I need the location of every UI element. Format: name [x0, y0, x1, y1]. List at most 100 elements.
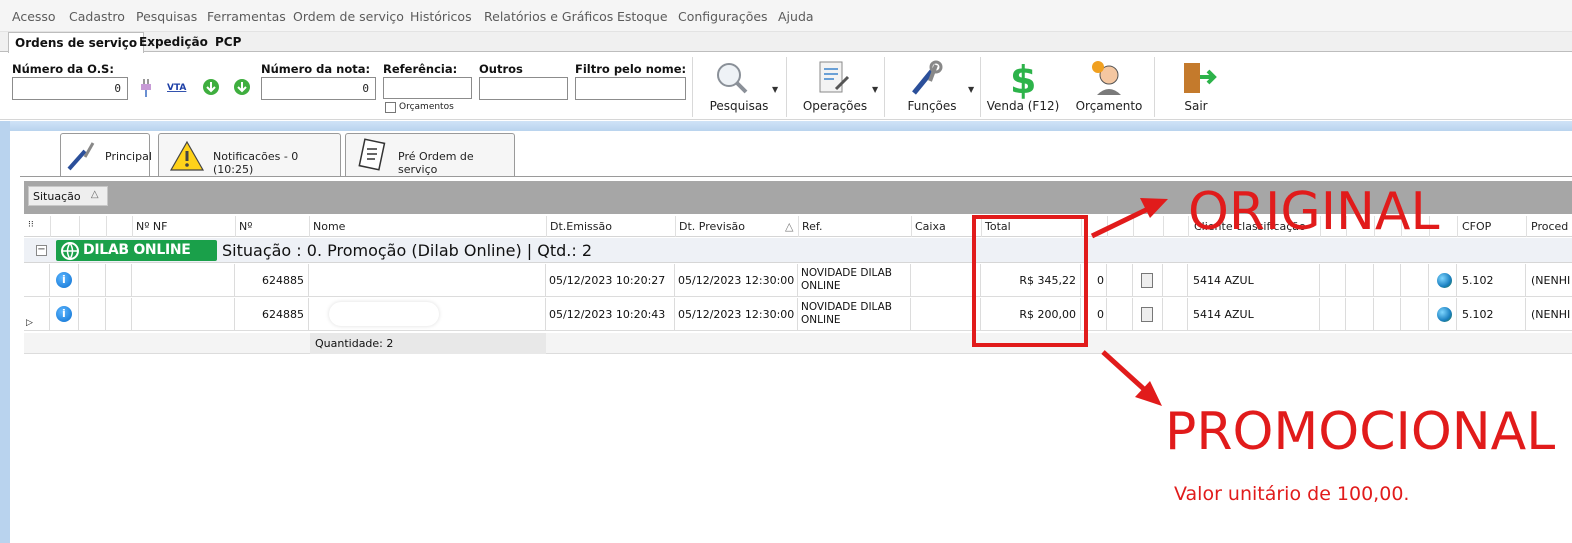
menu-relatorios[interactable]: Relatórios e Gráficos [484, 9, 613, 24]
row-name [309, 298, 546, 331]
group-by-situacao-chip[interactable]: Situação △ [28, 186, 108, 206]
tools-small-icon [67, 142, 95, 171]
info-icon[interactable] [56, 306, 72, 322]
row-previsao: 05/12/2023 12:30:00 [678, 274, 795, 287]
col-caixa[interactable]: Caixa [915, 220, 946, 233]
menu-acesso[interactable]: Acesso [12, 9, 56, 24]
dollar-icon: $ [1010, 59, 1036, 99]
globe-icon [1437, 307, 1452, 322]
group-caption: Situação : 0. Promoção (Dilab Online) | … [222, 241, 593, 260]
annotation-promocional: PROMOCIONAL [1165, 402, 1556, 462]
tab-pre-ordem[interactable]: Pré Ordem de serviço [345, 133, 515, 177]
row-proced: (NENHI [1531, 308, 1571, 321]
row-emissao: 05/12/2023 10:20:43 [549, 308, 666, 321]
pesquisas-button[interactable]: ▼ Pesquisas [694, 57, 784, 117]
tools-icon [912, 60, 943, 95]
row-name [309, 264, 546, 297]
col-num[interactable]: Nº [239, 220, 252, 233]
menu-estoque[interactable]: Estoque [617, 9, 668, 24]
sort-asc-icon: △ [90, 189, 99, 200]
menu-ordem-de-servico[interactable]: Ordem de serviço [293, 9, 404, 24]
row-emissao: 05/12/2023 10:20:27 [549, 274, 666, 287]
plug-icon[interactable] [136, 77, 160, 101]
warning-icon [169, 140, 205, 171]
row-cfop: 5.102 [1462, 274, 1494, 287]
menu-cadastro[interactable]: Cadastro [69, 9, 125, 24]
menu-ferramentas[interactable]: Ferramentas [207, 9, 286, 24]
separator-band [0, 121, 1572, 131]
sort-asc-icon: △ [785, 220, 794, 233]
funcoes-button[interactable]: ▼ Funções [886, 57, 978, 117]
row-ref-line2: ONLINE [801, 314, 841, 326]
row-proced: (NENHI [1531, 274, 1571, 287]
row-cliente: 5414 AZUL [1193, 308, 1254, 321]
row-zero: 0 [1097, 274, 1104, 287]
col-nf[interactable]: Nº NF [136, 220, 167, 233]
os-number-field[interactable]: 0 [12, 77, 128, 100]
col-ref[interactable]: Ref. [802, 220, 823, 233]
table-row[interactable]: ▷ 624885 05/12/2023 10:20:43 05/12/2023 … [24, 298, 1572, 331]
exit-door-icon [1184, 63, 1217, 93]
row-ref-line2: ONLINE [801, 280, 841, 292]
globe-logo-icon [61, 242, 79, 261]
sair-button[interactable]: Sair [1156, 57, 1236, 117]
current-row-indicator-icon: ▷ [26, 318, 33, 328]
grid-footer: Quantidade: 2 [24, 333, 1572, 354]
orcamentos-label: Orçamentos [399, 102, 454, 112]
menu-historicos[interactable]: Históricos [410, 9, 472, 24]
row-number: 624885 [262, 308, 304, 321]
globe-icon [1437, 273, 1452, 288]
vta-icon[interactable]: VTA [166, 79, 190, 103]
column-chooser-icon[interactable]: ⁝⁝ [28, 220, 34, 230]
col-emissao[interactable]: Dt.Emissão [550, 220, 612, 233]
venda-button[interactable]: $ Venda (F12) [982, 57, 1064, 117]
menu-bar: Acesso Cadastro Pesquisas Ferramentas Or… [0, 0, 1572, 32]
collapse-group-toggle[interactable]: − [36, 245, 47, 256]
document-icon[interactable] [1141, 273, 1153, 288]
tab-ordens-de-servico[interactable]: Ordens de serviço [8, 32, 145, 53]
tab-expedicao[interactable]: Expedição [133, 32, 214, 53]
total-highlight-box [972, 215, 1088, 347]
footer-quantidade: Quantidade: 2 [310, 333, 546, 354]
document-edit-icon [819, 61, 850, 93]
filtro-nome-field[interactable] [575, 77, 686, 100]
attendant-icon [1092, 61, 1121, 95]
menu-ajuda[interactable]: Ajuda [778, 9, 814, 24]
outros-label: Outros [479, 62, 523, 76]
row-zero: 0 [1097, 308, 1104, 321]
download-green-icon-2[interactable] [232, 77, 256, 101]
dilab-online-badge: DILAB ONLINE [56, 240, 217, 261]
col-proced[interactable]: Proced [1531, 220, 1568, 233]
referencia-field[interactable] [383, 77, 472, 99]
vta-text: VTA [167, 83, 186, 93]
nota-field[interactable]: 0 [261, 77, 376, 100]
col-cfop[interactable]: CFOP [1462, 220, 1491, 233]
menu-configuracoes[interactable]: Configurações [678, 9, 768, 24]
annotation-note: Valor unitário de 100,00. [1174, 483, 1410, 505]
tab-notificacoes[interactable]: Notificacões - 0 (10:25) [158, 133, 341, 177]
row-ref-line1: NOVIDADE DILAB [801, 267, 893, 279]
filtro-label: Filtro pelo nome: [575, 62, 687, 76]
orcamento-button[interactable]: Orçamento [1066, 57, 1152, 117]
document-icon[interactable] [1141, 307, 1153, 322]
row-cliente: 5414 AZUL [1193, 274, 1254, 287]
nota-label: Número da nota: [261, 62, 371, 76]
tab-principal[interactable]: Principal [60, 133, 152, 177]
info-icon[interactable] [56, 272, 72, 288]
top-tab-strip: Ordens de serviço Expedição PCP [0, 32, 1572, 53]
col-nome[interactable]: Nome [313, 220, 345, 233]
checklist-icon [358, 138, 386, 171]
col-previsao[interactable]: Dt. Previsão [679, 220, 745, 233]
download-green-icon[interactable] [201, 77, 225, 101]
annotation-original: ORIGINAL [1188, 182, 1440, 242]
outros-field[interactable] [479, 77, 568, 100]
operacoes-button[interactable]: ▼ Operações [788, 57, 882, 117]
table-row[interactable]: 624885 05/12/2023 10:20:27 05/12/2023 12… [24, 264, 1572, 297]
orcamentos-checkbox[interactable] [385, 102, 396, 113]
tab-pcp[interactable]: PCP [209, 32, 247, 53]
magnifier-icon [717, 63, 748, 94]
svg-text:$: $ [1010, 59, 1036, 99]
left-band [0, 121, 10, 543]
redaction-blur [329, 302, 439, 326]
menu-pesquisas[interactable]: Pesquisas [136, 9, 197, 24]
